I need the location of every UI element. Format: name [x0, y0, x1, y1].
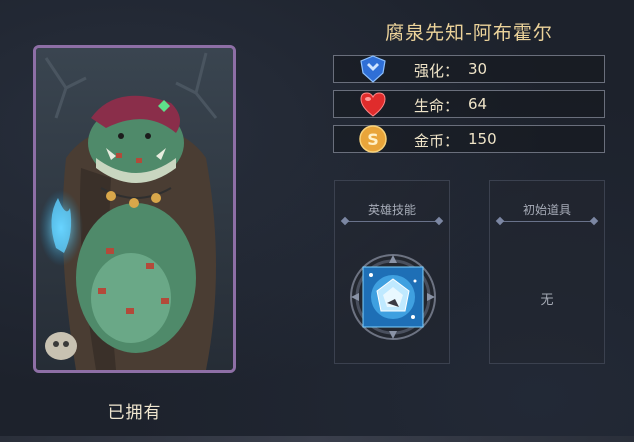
hero-skill-title: 英雄技能	[367, 203, 416, 217]
stat-value: 30	[468, 60, 488, 78]
stat-row-life: 生命： 64	[333, 90, 605, 118]
shield-icon	[358, 54, 388, 84]
hero-portrait-art	[36, 48, 233, 370]
coin-icon: S	[358, 124, 388, 154]
stat-row-gold: S 金币： 150	[333, 125, 605, 153]
starting-item-title: 初始道具	[522, 203, 571, 217]
crystal-skill-icon[interactable]	[347, 251, 439, 343]
stat-row-armor: 强化： 30	[333, 55, 605, 83]
title-divider	[500, 221, 594, 222]
title-divider	[345, 221, 439, 222]
stat-label: 金币：	[414, 132, 460, 150]
owned-status: 已拥有	[107, 403, 162, 423]
stat-value: 150	[468, 130, 497, 148]
starting-item-panel: 初始道具 无	[489, 180, 605, 364]
hero-skill-panel: 英雄技能	[334, 180, 450, 364]
hero-name: 腐泉先知-阿布霍尔	[385, 22, 553, 44]
hero-portrait-card[interactable]	[33, 45, 236, 373]
starting-item-empty: 无	[540, 293, 554, 308]
stat-label: 生命：	[414, 97, 460, 115]
heart-icon	[358, 89, 388, 119]
stat-label: 强化：	[414, 62, 460, 80]
svg-text:S: S	[367, 130, 379, 149]
stat-value: 64	[468, 95, 488, 113]
bottom-strip	[0, 436, 634, 442]
